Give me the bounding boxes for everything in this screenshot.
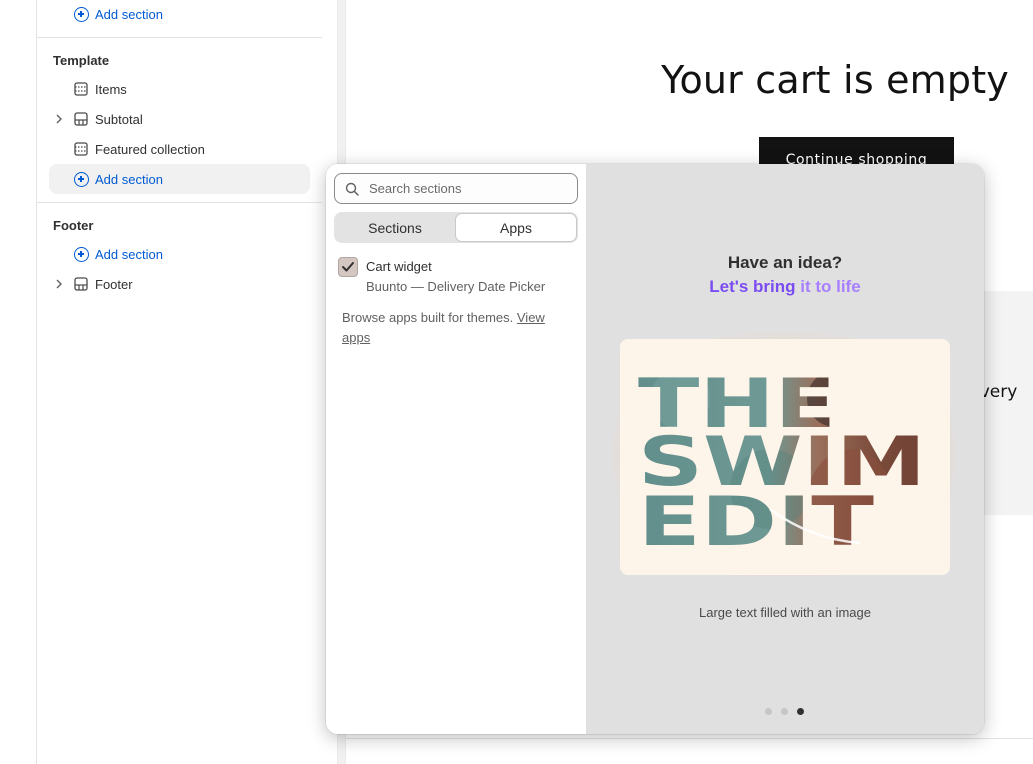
- add-section-button-template[interactable]: Add section: [49, 164, 310, 194]
- add-section-label: Add section: [95, 171, 163, 187]
- chevron-right-icon[interactable]: [49, 114, 69, 124]
- preview-divider: [346, 738, 1033, 739]
- card-word-3: EDIT: [638, 483, 875, 562]
- add-section-button-header[interactable]: Add section: [49, 0, 310, 29]
- tab-sections[interactable]: Sections: [335, 213, 455, 242]
- pager-dot[interactable]: [765, 708, 772, 715]
- sidebar-item-subtotal[interactable]: Subtotal: [49, 104, 310, 134]
- add-circle-icon: [69, 5, 93, 23]
- section-layout-icon: [69, 140, 93, 158]
- add-section-popover: Sections Apps Cart widget Buunto — Deliv…: [326, 164, 984, 734]
- promo-subtitle: Let's bring it to life: [709, 277, 861, 296]
- section-tabs: Sections Apps: [334, 212, 578, 243]
- add-section-button-footer[interactable]: Add section: [49, 239, 310, 269]
- sidebar-divider: [37, 202, 322, 203]
- section-grid-icon: [69, 275, 93, 293]
- checkmark-icon: [342, 262, 354, 272]
- swim-edit-image: THE SWIM EDIT: [638, 365, 926, 562]
- add-circle-icon: [69, 170, 93, 188]
- sections-sidebar: Add section Template Items Subtotal Feat…: [37, 0, 337, 764]
- sidebar-scroll-area: Add section Template Items Subtotal Feat…: [37, 0, 337, 764]
- promo-image-card: THE SWIM EDIT: [620, 339, 950, 575]
- sidebar-item-featured-collection[interactable]: Featured collection: [49, 134, 310, 164]
- editor-gutter: [0, 0, 37, 764]
- add-section-label: Add section: [95, 6, 163, 22]
- add-section-label: Add section: [95, 246, 163, 262]
- cart-title: Your cart is empty: [661, 58, 1009, 102]
- app-block-item[interactable]: Cart widget Buunto — Delivery Date Picke…: [338, 255, 578, 299]
- app-block-subtitle: Buunto — Delivery Date Picker: [366, 279, 546, 294]
- search-field[interactable]: [334, 173, 578, 204]
- popover-list-pane: Sections Apps Cart widget Buunto — Deliv…: [326, 164, 586, 734]
- pager-dot[interactable]: [781, 708, 788, 715]
- sidebar-item-label: Featured collection: [95, 141, 205, 157]
- sidebar-item-items[interactable]: Items: [49, 74, 310, 104]
- carousel-pager: [765, 708, 804, 715]
- section-layout-icon: [69, 80, 93, 98]
- promo-caption: Large text filled with an image: [699, 605, 871, 620]
- section-grid-icon: [69, 110, 93, 128]
- search-icon: [335, 182, 369, 196]
- footer-group-title: Footer: [53, 218, 94, 233]
- add-circle-icon: [69, 245, 93, 263]
- browse-apps-text: Browse apps built for themes. View apps: [342, 310, 545, 345]
- preview-background-block: [980, 291, 1033, 515]
- app-block-name: Cart widget: [366, 259, 432, 274]
- app-checkbox[interactable]: [338, 257, 358, 277]
- template-group-title: Template: [53, 53, 110, 68]
- sidebar-item-label: Subtotal: [95, 111, 143, 127]
- search-input[interactable]: [369, 181, 569, 196]
- promo-title: Have an idea?: [727, 253, 843, 272]
- sidebar-item-label: Items: [95, 81, 127, 97]
- sidebar-item-footer[interactable]: Footer: [49, 269, 310, 299]
- sidebar-divider: [37, 37, 322, 38]
- tab-apps[interactable]: Apps: [455, 213, 577, 242]
- promo-preview-pane: Have an idea? Let's bring it to life THE…: [586, 164, 984, 734]
- pager-dot-active[interactable]: [797, 708, 804, 715]
- chevron-right-icon[interactable]: [49, 279, 69, 289]
- sidebar-item-label: Footer: [95, 276, 133, 292]
